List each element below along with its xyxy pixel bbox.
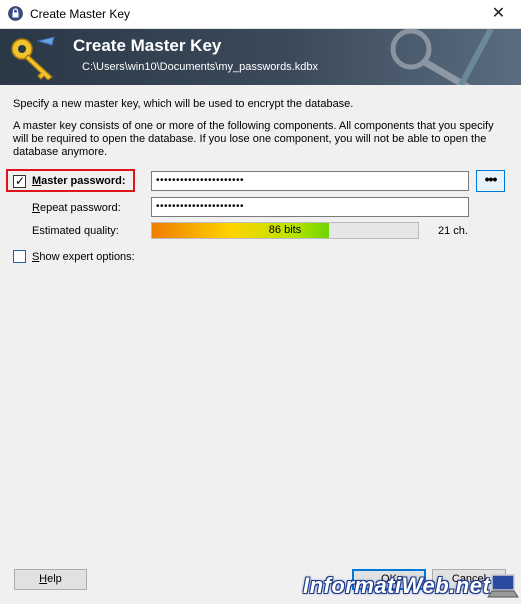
- watermark-text: InformatiWeb.net: [303, 573, 491, 598]
- window-title: Create Master Key: [30, 7, 131, 21]
- laptop-watermark-icon: [487, 574, 519, 598]
- expert-options-label: Show expert options:: [32, 251, 135, 263]
- show-password-button[interactable]: •••: [476, 170, 505, 192]
- database-path: C:\Users\win10\Documents\my_passwords.kd…: [82, 61, 318, 73]
- header-banner: Create Master Key C:\Users\win10\Documen…: [0, 29, 521, 85]
- master-password-label: Master password:: [32, 175, 126, 187]
- estimated-quality-label: Estimated quality:: [32, 225, 119, 237]
- components-description: A master key consists of one or more of …: [13, 120, 494, 158]
- expert-options-checkbox[interactable]: [13, 250, 26, 263]
- close-icon[interactable]: ✕: [476, 0, 521, 28]
- banner-title: Create Master Key: [73, 36, 222, 55]
- master-password-input[interactable]: ••••••••••••••••••••••: [151, 171, 469, 191]
- keepass-lock-icon: [8, 6, 23, 21]
- intro-text: Specify a new master key, which will be …: [13, 98, 354, 110]
- master-password-checkbox[interactable]: ✓: [13, 174, 26, 188]
- repeat-password-label: Repeat password:: [32, 202, 121, 214]
- repeat-password-input[interactable]: ••••••••••••••••••••••: [151, 197, 469, 217]
- banner-key-watermark-icon: [390, 29, 494, 85]
- key-icon: [11, 36, 55, 81]
- quality-bits: 86 bits: [268, 224, 302, 236]
- help-button[interactable]: Help: [14, 569, 87, 590]
- title-bar: Create Master Key ✕: [0, 0, 521, 29]
- checkmark-icon: ✓: [15, 174, 26, 188]
- quality-progress-bar: 86 bits: [151, 222, 419, 239]
- character-count: 21 ch.: [438, 225, 468, 237]
